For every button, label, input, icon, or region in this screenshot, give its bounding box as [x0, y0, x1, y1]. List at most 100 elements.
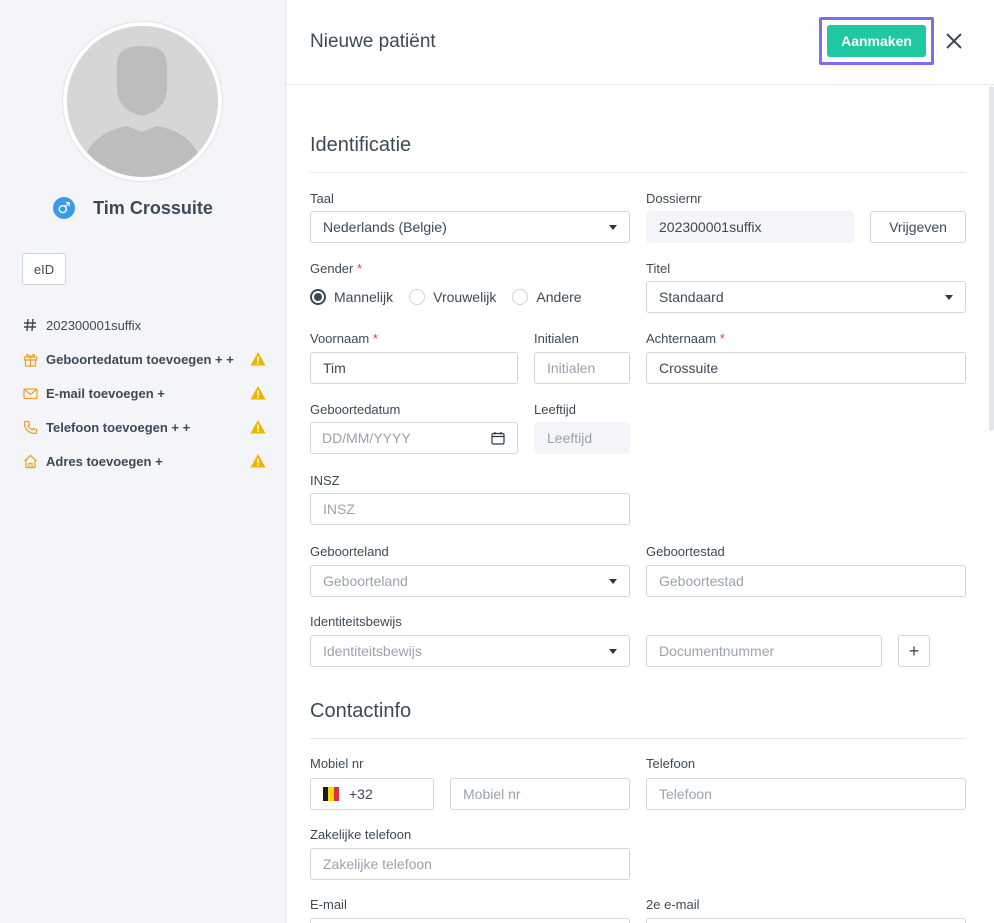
initials-label: Initialen: [534, 331, 579, 346]
gift-icon: [22, 351, 38, 367]
dialog-header: Nieuwe patiënt Aanmaken: [286, 0, 994, 85]
age-placeholder: Leeftijd: [547, 430, 593, 446]
patient-name: Tim Crossuite: [93, 197, 213, 218]
birth-place-label: Geboortestad: [646, 544, 725, 559]
age-field: Leeftijd: [534, 422, 630, 454]
gender-option-female[interactable]: Vrouwelijk: [409, 289, 496, 305]
home-icon: [22, 453, 38, 469]
section-title-identification: Identificatie: [310, 134, 412, 156]
email2-label: 2e e-mail: [646, 897, 700, 912]
id-card-select[interactable]: Identiteitsbewijs: [310, 635, 630, 667]
required-marker: *: [372, 331, 378, 346]
sidebar-item-add-email[interactable]: E-mail toevoegen +: [22, 376, 266, 410]
add-email-link[interactable]: E-mail toevoegen +: [46, 386, 250, 401]
add-address-link[interactable]: Adres toevoegen +: [46, 454, 250, 469]
file-number-text: 202300001suffix: [46, 317, 142, 333]
mobile-prefix: +32: [349, 786, 373, 802]
id-card-placeholder: Identiteitsbewijs: [323, 643, 422, 659]
initials-input[interactable]: Initialen: [534, 352, 630, 384]
add-birthdate-link[interactable]: Geboortedatum toevoegen + +: [46, 352, 250, 367]
language-value: Nederlands (Belgie): [323, 219, 447, 235]
radio-button[interactable]: [512, 289, 529, 305]
email2-input[interactable]: [646, 918, 966, 923]
section-divider: [310, 172, 966, 173]
insz-input[interactable]: INSZ: [310, 493, 630, 525]
calendar-icon[interactable]: [491, 431, 505, 445]
title-value: Standaard: [659, 289, 724, 305]
section-divider: [310, 738, 966, 739]
gender-option-label: Andere: [536, 289, 582, 305]
warning-icon: [250, 352, 266, 366]
document-number-placeholder: Documentnummer: [659, 643, 775, 659]
sidebar-item-add-birthdate[interactable]: Geboortedatum toevoegen + +: [22, 342, 266, 376]
patient-form: Identificatie Taal Nederlands (Belgie) D…: [286, 86, 994, 923]
create-button-focus-ring: Aanmaken: [819, 17, 934, 65]
insz-placeholder: INSZ: [323, 501, 355, 517]
scrollbar[interactable]: [989, 86, 994, 431]
email-label: E-mail: [310, 897, 347, 912]
work-phone-label: Zakelijke telefoon: [310, 827, 412, 842]
birth-country-label: Geboorteland: [310, 544, 389, 559]
birth-date-placeholder: DD/MM/YYYY: [322, 430, 411, 446]
gender-option-label: Vrouwelijk: [433, 289, 497, 305]
birth-date-input[interactable]: DD/MM/YYYY: [310, 422, 518, 454]
sidebar-item-file-number: 202300001suffix: [22, 308, 266, 342]
chevron-down-icon: [609, 578, 617, 584]
eid-button[interactable]: eID: [22, 253, 66, 285]
phone-label: Telefoon: [646, 756, 696, 771]
add-id-document-button[interactable]: +: [898, 635, 930, 667]
chevron-down-icon: [609, 224, 617, 230]
warning-icon: [250, 420, 266, 434]
birth-place-input[interactable]: Geboortestad: [646, 565, 966, 597]
age-label: Leeftijd: [534, 402, 576, 417]
phone-icon: [22, 419, 38, 435]
belgium-flag-icon: [323, 787, 339, 801]
id-card-label: Identiteitsbewijs: [310, 614, 402, 629]
release-button[interactable]: Vrijgeven: [870, 211, 966, 243]
phone-placeholder: Telefoon: [659, 786, 712, 802]
file-number-value: 202300001suffix: [659, 219, 762, 235]
birth-date-label: Geboortedatum: [310, 402, 401, 417]
birth-country-select[interactable]: Geboorteland: [310, 565, 630, 597]
language-select[interactable]: Nederlands (Belgie): [310, 211, 630, 243]
sidebar-item-add-phone[interactable]: Telefoon toevoegen + +: [22, 410, 266, 444]
gender-option-male[interactable]: Mannelijk: [310, 289, 393, 305]
close-button[interactable]: [942, 29, 966, 53]
birth-place-placeholder: Geboortestad: [659, 573, 744, 589]
avatar: [63, 22, 222, 181]
email-input[interactable]: [310, 918, 630, 923]
insz-label: INSZ: [310, 473, 340, 488]
sidebar-item-add-address[interactable]: Adres toevoegen +: [22, 444, 266, 478]
work-phone-input[interactable]: Zakelijke telefoon: [310, 848, 630, 880]
plus-icon: +: [908, 640, 920, 661]
gender-radio-group: Mannelijk Vrouwelijk Andere: [310, 289, 598, 305]
radio-button[interactable]: [409, 289, 426, 305]
chevron-down-icon: [609, 648, 617, 654]
chevron-down-icon: [945, 294, 953, 300]
last-name-label: Achternaam *: [646, 331, 725, 346]
required-marker: *: [357, 261, 363, 276]
section-title-contact: Contactinfo: [310, 700, 412, 722]
last-name-value: Crossuite: [659, 360, 719, 376]
gender-option-other[interactable]: Andere: [512, 289, 582, 305]
birth-country-placeholder: Geboorteland: [323, 573, 408, 589]
title-select[interactable]: Standaard: [646, 281, 966, 313]
mobile-country-code-select[interactable]: +32: [310, 778, 434, 810]
radio-button-selected[interactable]: [310, 289, 326, 305]
first-name-input[interactable]: Tim: [310, 352, 518, 384]
mobile-label: Mobiel nr: [310, 756, 364, 771]
last-name-input[interactable]: Crossuite: [646, 352, 966, 384]
phone-input[interactable]: Telefoon: [646, 778, 966, 810]
gender-label: Gender *: [310, 261, 362, 276]
mobile-number-input[interactable]: Mobiel nr: [450, 778, 630, 810]
close-icon: [946, 33, 962, 49]
male-gender-icon: ♂: [53, 197, 76, 219]
document-number-input[interactable]: Documentnummer: [646, 635, 882, 667]
first-name-label-text: Voornaam: [310, 331, 370, 346]
title-label: Titel: [646, 261, 671, 276]
file-number-label: Dossiernr: [646, 191, 702, 206]
add-phone-link[interactable]: Telefoon toevoegen + +: [46, 420, 250, 435]
warning-icon: [250, 386, 266, 400]
create-button[interactable]: Aanmaken: [827, 25, 926, 57]
patient-info-list: 202300001suffix Geboortedatum toevoegen …: [22, 308, 266, 478]
